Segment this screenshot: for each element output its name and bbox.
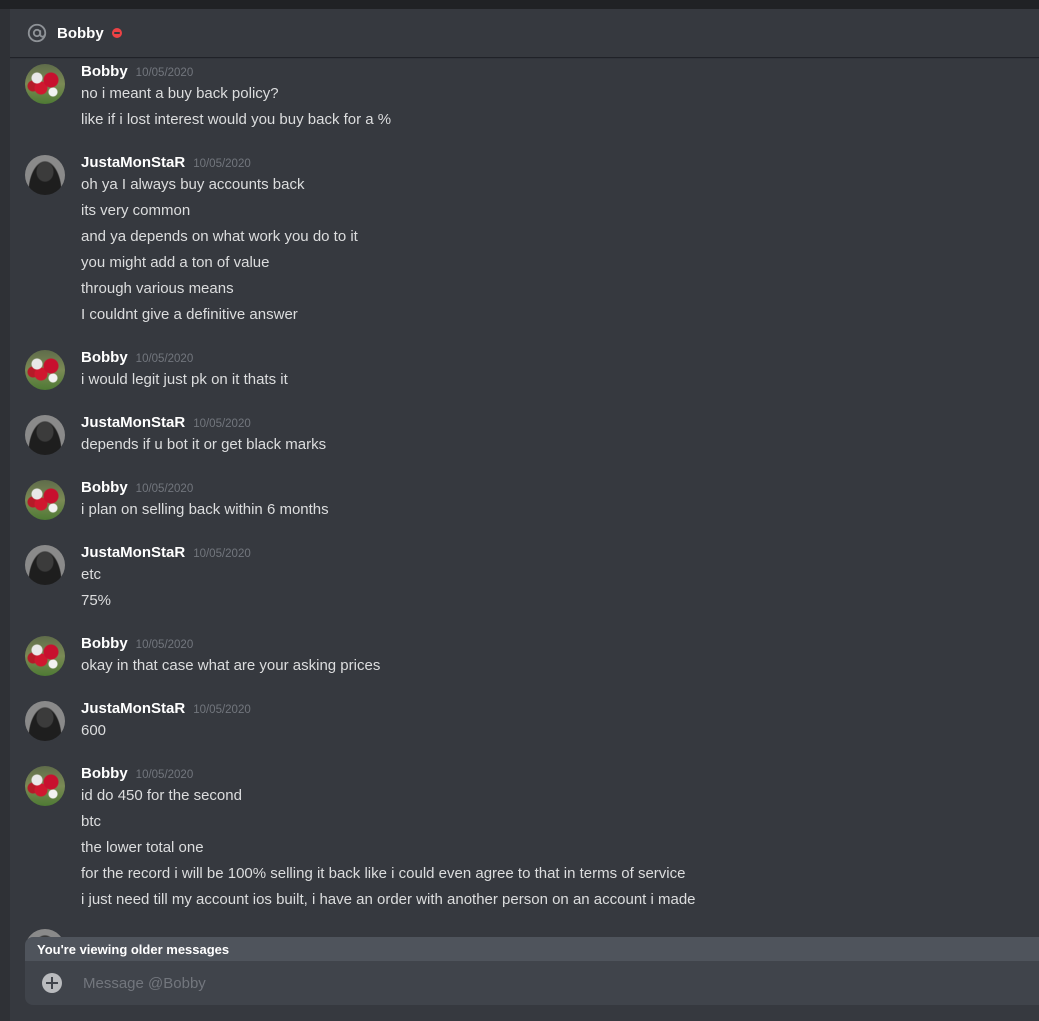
message-text: okay in that case what are your asking p… xyxy=(81,657,381,674)
avatar[interactable] xyxy=(25,350,65,390)
avatar[interactable] xyxy=(25,64,65,104)
username[interactable]: Bobby xyxy=(81,61,128,83)
message-header: JustaMonStaR 10/05/2020 xyxy=(81,412,251,434)
message-group: Bobby 10/05/2020 id do 450 for the secon… xyxy=(10,763,1039,911)
message-text: for the record i will be 100% selling it… xyxy=(81,865,686,882)
message-group: Bobby 10/05/2020 okay in that case what … xyxy=(10,633,1039,677)
message-timestamp: 10/05/2020 xyxy=(135,67,194,79)
message-group: Bobby 10/05/2020 i plan on selling back … xyxy=(10,477,1039,521)
message-text: 75% xyxy=(81,592,112,609)
message-composer xyxy=(25,961,1039,1005)
avatar[interactable] xyxy=(25,415,65,455)
message-group: JustaMonStaR 10/05/2020 600 xyxy=(10,698,1039,742)
message-timestamp: 10/05/2020 xyxy=(193,704,251,716)
username[interactable]: Bobby xyxy=(81,477,128,499)
username[interactable]: Bobby xyxy=(81,633,128,655)
message-timestamp: 10/05/2020 xyxy=(193,418,251,430)
username[interactable]: JustaMonStaR xyxy=(81,412,185,434)
add-attachment-button[interactable] xyxy=(42,973,62,993)
avatar[interactable] xyxy=(25,636,65,676)
channel-header: Bobby xyxy=(10,9,1039,57)
message-header: JustaMonStaR 10/05/2020 xyxy=(81,542,251,564)
message-header: JustaMonStaR 10/05/2020 xyxy=(81,698,251,720)
message-timestamp: 10/05/2020 xyxy=(135,353,194,365)
message-text: id do 450 for the second xyxy=(81,787,242,804)
username[interactable]: Bobby xyxy=(81,347,128,369)
message-timestamp: 10/05/2020 xyxy=(135,483,194,495)
message-text: etc xyxy=(81,566,102,583)
message-text: btc xyxy=(81,813,102,830)
older-messages-banner[interactable]: You're viewing older messages xyxy=(25,937,1039,961)
avatar[interactable] xyxy=(25,701,65,741)
message-timestamp: 10/05/2020 xyxy=(135,769,194,781)
message-text: no i meant a buy back policy? xyxy=(81,85,279,102)
message-text: depends if u bot it or get black marks xyxy=(81,436,327,453)
avatar[interactable] xyxy=(25,545,65,585)
dnd-status-icon xyxy=(111,28,122,38)
message-header: Bobby 10/05/2020 xyxy=(81,477,193,499)
sidebar-edge xyxy=(0,9,10,1021)
at-sign-icon xyxy=(26,22,48,44)
message-text: i just need till my account ios built, i… xyxy=(81,891,696,908)
avatar[interactable] xyxy=(25,480,65,520)
chat-main: Bobby Bobby 10/05/2020 no i meant a buy … xyxy=(10,9,1039,1021)
username[interactable]: JustaMonStaR xyxy=(81,542,185,564)
message-text: its very common xyxy=(81,202,191,219)
username[interactable]: JustaMonStaR xyxy=(81,698,185,720)
avatar[interactable] xyxy=(25,155,65,195)
message-timestamp: 10/05/2020 xyxy=(193,548,251,560)
message-text: you might add a ton of value xyxy=(81,254,270,271)
message-text: i would legit just pk on it thats it xyxy=(81,371,288,388)
message-group: JustaMonStaR 10/05/2020 depends if u bot… xyxy=(10,412,1039,456)
message-group: JustaMonStaR 10/05/2020 oh ya I always b… xyxy=(10,152,1039,323)
dm-recipient-name[interactable]: Bobby xyxy=(57,25,104,42)
message-text: the lower total one xyxy=(81,839,204,856)
message-text: and ya depends on what work you do to it xyxy=(81,228,358,245)
message-text: 600 xyxy=(81,722,107,739)
window-top-strip xyxy=(0,0,1039,9)
message-text: like if i lost interest would you buy ba… xyxy=(81,111,392,128)
message-header: Bobby 10/05/2020 xyxy=(81,763,193,785)
message-timestamp: 10/05/2020 xyxy=(135,639,194,651)
older-messages-text: You're viewing older messages xyxy=(37,941,230,957)
message-text: through various means xyxy=(81,280,234,297)
message-header: Bobby 10/05/2020 xyxy=(81,347,193,369)
message-group: Bobby 10/05/2020 i would legit just pk o… xyxy=(10,347,1039,391)
message-input[interactable] xyxy=(81,968,1039,998)
message-text: oh ya I always buy accounts back xyxy=(81,176,305,193)
username[interactable]: Bobby xyxy=(81,763,128,785)
message-timestamp: 10/05/2020 xyxy=(193,158,251,170)
message-header: Bobby 10/05/2020 xyxy=(81,633,193,655)
message-text: i plan on selling back within 6 months xyxy=(81,501,329,518)
message-group: JustaMonStaR 10/05/2020 etc 75% xyxy=(10,542,1039,612)
avatar[interactable] xyxy=(25,766,65,806)
username[interactable]: JustaMonStaR xyxy=(81,152,185,174)
message-group: Bobby 10/05/2020 no i meant a buy back p… xyxy=(10,61,1039,128)
message-header: JustaMonStaR 10/05/2020 xyxy=(81,152,251,174)
message-text: I couldnt give a definitive answer xyxy=(81,306,298,323)
message-header: Bobby 10/05/2020 xyxy=(81,61,193,83)
message-list[interactable]: Bobby 10/05/2020 no i meant a buy back p… xyxy=(10,59,1039,939)
